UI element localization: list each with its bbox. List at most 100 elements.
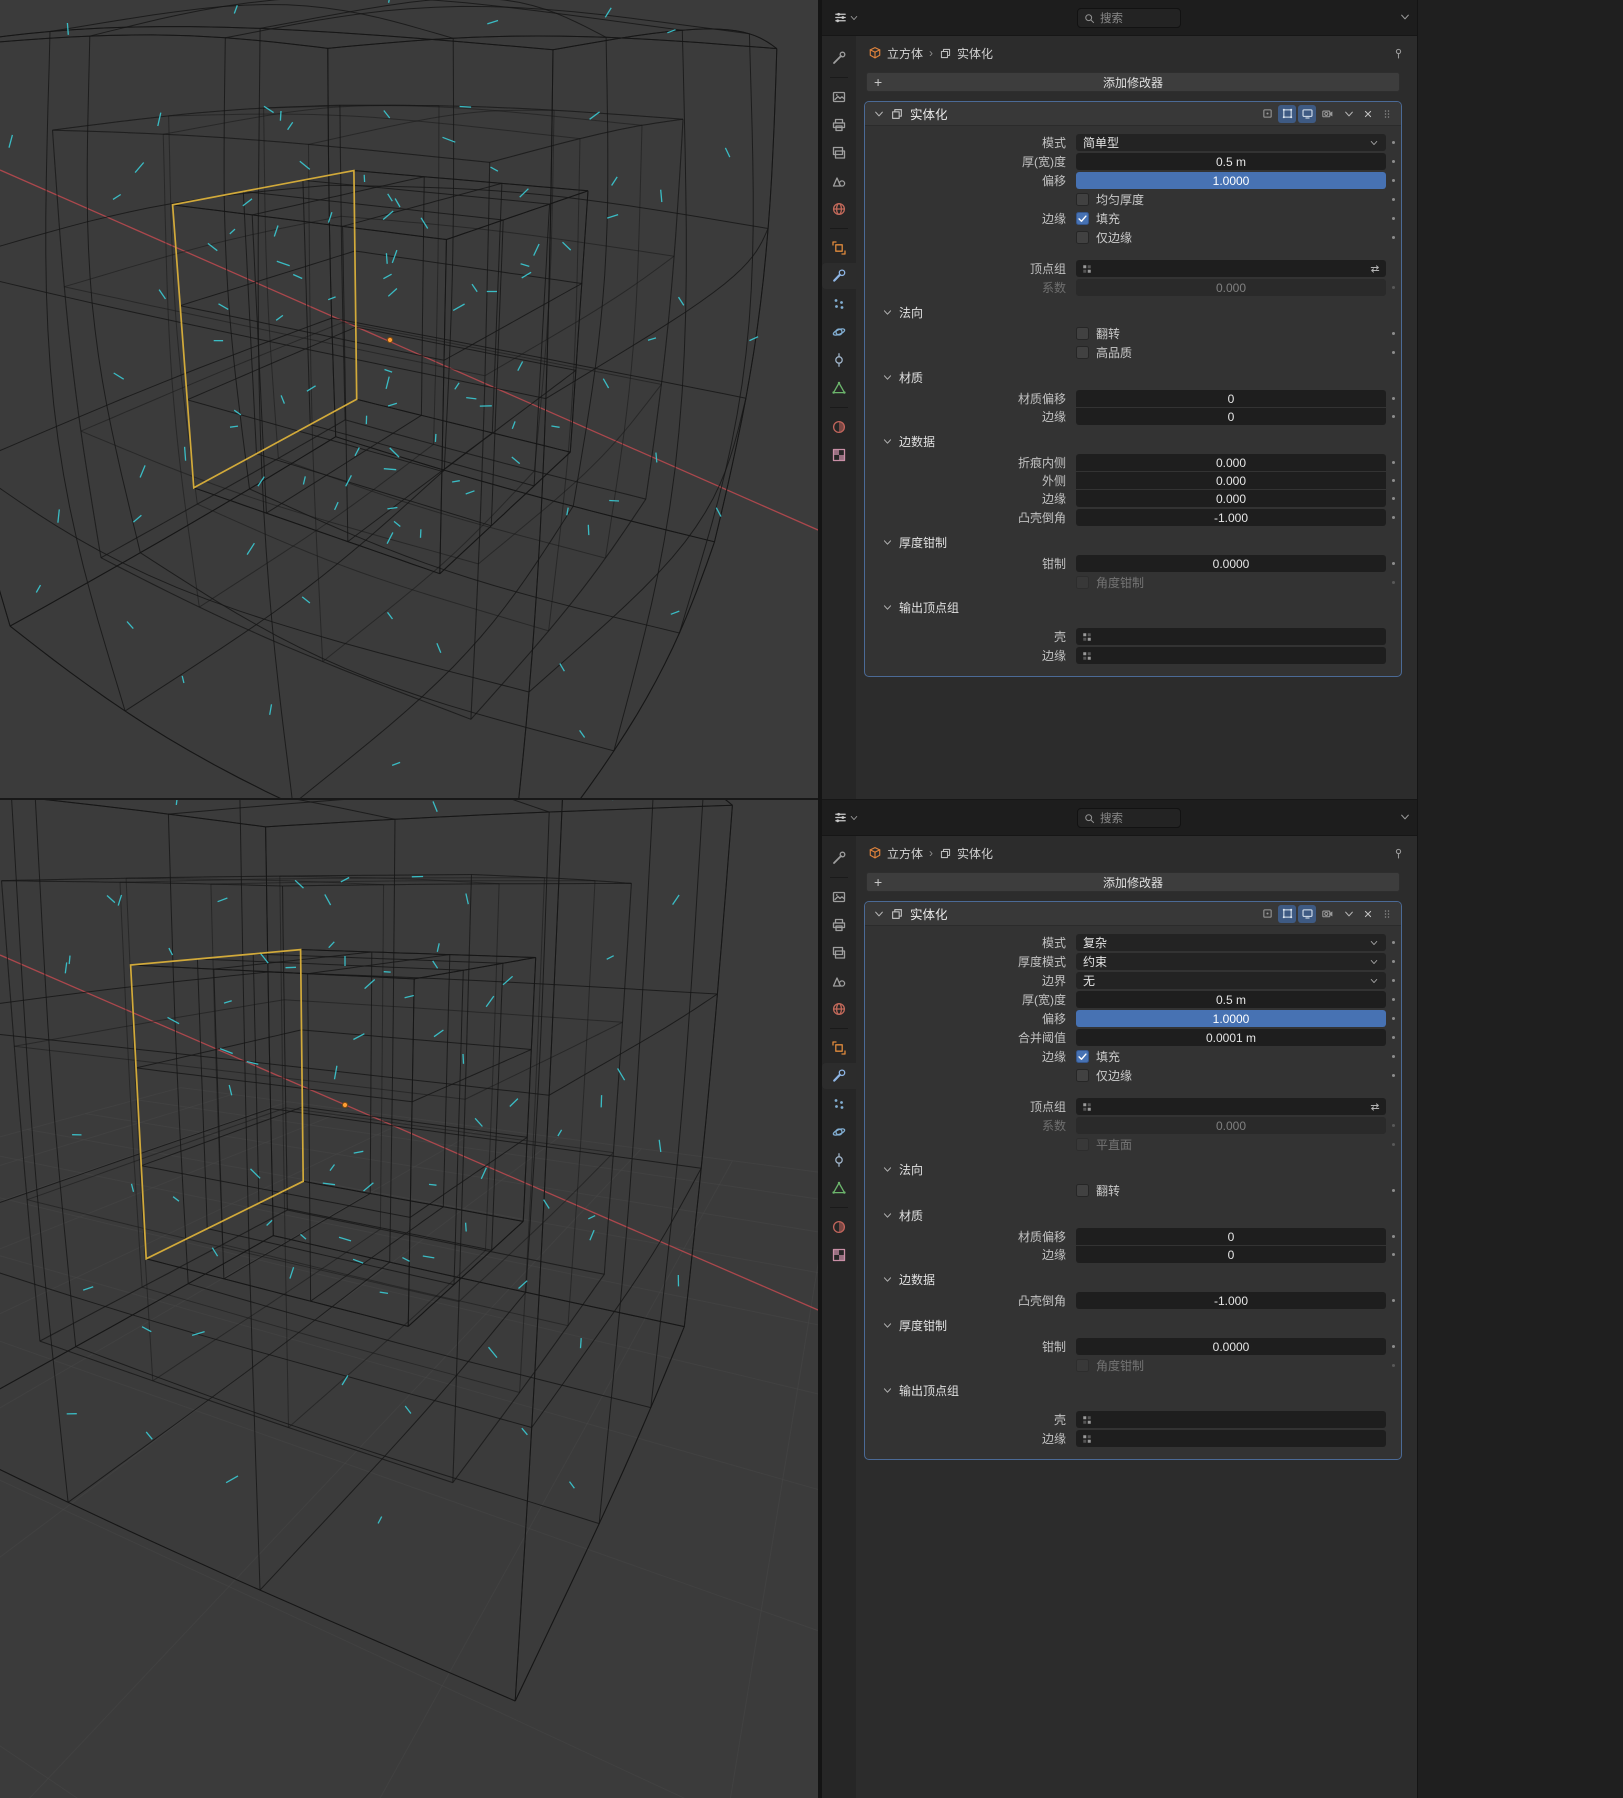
thickness-clamp-section[interactable]: 厚度钳制 — [865, 1316, 1401, 1335]
mode-select[interactable]: 简单型 — [1076, 134, 1386, 151]
animate-decorator-dot[interactable] — [1392, 351, 1395, 354]
merge-threshold-field[interactable]: 0.0001 m — [1076, 1029, 1386, 1046]
tab-particles[interactable] — [822, 1091, 856, 1117]
rim-fill-checkbox-box[interactable] — [1076, 212, 1089, 225]
animate-decorator-dot[interactable] — [1392, 141, 1395, 144]
modifier-name-field[interactable]: 实体化 — [910, 104, 948, 123]
clamp-field[interactable]: 0.0000 — [1076, 555, 1386, 572]
rim-fill-checkbox-box[interactable] — [1076, 1050, 1089, 1063]
angle-clamp-checkbox-box[interactable] — [1076, 576, 1089, 589]
breadcrumb-modifier[interactable]: 实体化 — [939, 845, 993, 862]
animate-decorator-dot[interactable] — [1392, 160, 1395, 163]
header-collapse-button[interactable] — [1399, 810, 1411, 828]
modifier-expand-button[interactable] — [871, 105, 887, 123]
clamp-field[interactable]: 0.0000 — [1076, 1338, 1386, 1355]
add-modifier-button[interactable]: + 添加修改器 — [866, 872, 1400, 892]
thickness-clamp-section[interactable]: 厚度钳制 — [865, 533, 1401, 552]
modifier-name-field[interactable]: 实体化 — [910, 904, 948, 923]
materials-section[interactable]: 材质 — [865, 368, 1401, 387]
crease-outer-field[interactable]: 0.000 — [1076, 472, 1386, 489]
tab-constraints[interactable] — [822, 1147, 856, 1173]
modifier-delete-button[interactable] — [1360, 105, 1376, 123]
flat-faces-checkbox-box[interactable] — [1076, 1138, 1089, 1151]
tab-object[interactable] — [822, 235, 856, 261]
thickness-field[interactable]: 0.5 m — [1076, 153, 1386, 170]
output-vertex-groups-section[interactable]: 输出顶点组 — [865, 598, 1401, 617]
tab-object[interactable] — [822, 1035, 856, 1061]
only-rim-checkbox[interactable]: 仅边缘 — [1076, 1067, 1132, 1084]
animate-decorator-dot[interactable] — [1392, 1017, 1395, 1020]
modifier-drag-handle[interactable] — [1379, 905, 1395, 923]
offset-slider[interactable]: 1.0000 — [1076, 1010, 1386, 1027]
tab-texture[interactable] — [822, 1242, 856, 1268]
animate-decorator-dot[interactable] — [1392, 1074, 1395, 1077]
normals-section[interactable]: 法向 — [865, 1160, 1401, 1179]
edit-mode-toggle[interactable] — [1278, 905, 1296, 923]
rim-vgroup-field[interactable] — [1076, 647, 1386, 664]
edit-mode-toggle[interactable] — [1278, 105, 1296, 123]
editor-type-button[interactable] — [830, 8, 862, 27]
tab-world[interactable] — [822, 996, 856, 1022]
animate-decorator-dot[interactable] — [1392, 562, 1395, 565]
tab-material[interactable] — [822, 1214, 856, 1240]
animate-decorator-dot[interactable] — [1392, 979, 1395, 982]
material-rim-field[interactable]: 0 — [1076, 408, 1386, 425]
animate-decorator-dot[interactable] — [1392, 461, 1395, 464]
tab-physics[interactable] — [822, 1119, 856, 1145]
tab-scene[interactable] — [822, 168, 856, 194]
thickness-mode-select[interactable]: 约束 — [1076, 953, 1386, 970]
realtime-toggle[interactable] — [1298, 905, 1316, 923]
bevel-convex-field[interactable]: -1.000 — [1076, 509, 1386, 526]
factor-field[interactable]: 0.000 — [1076, 279, 1386, 296]
tab-output[interactable] — [822, 112, 856, 138]
angle-clamp-checkbox[interactable]: 角度钳制 — [1076, 1357, 1144, 1374]
animate-decorator-dot[interactable] — [1392, 1189, 1395, 1192]
edge-data-section[interactable]: 边数据 — [865, 1270, 1401, 1289]
tab-render[interactable] — [822, 84, 856, 110]
flip-checkbox[interactable]: 翻转 — [1076, 325, 1120, 342]
animate-decorator-dot[interactable] — [1392, 1345, 1395, 1348]
modifier-extras-button[interactable] — [1341, 105, 1357, 123]
animate-decorator-dot[interactable] — [1392, 497, 1395, 500]
animate-decorator-dot[interactable] — [1392, 286, 1395, 289]
tab-world[interactable] — [822, 196, 856, 222]
high-quality-checkbox[interactable]: 高品质 — [1076, 344, 1132, 361]
render-toggle[interactable] — [1318, 905, 1336, 923]
animate-decorator-dot[interactable] — [1392, 960, 1395, 963]
animate-decorator-dot[interactable] — [1392, 1143, 1395, 1146]
tab-constraints[interactable] — [822, 347, 856, 373]
angle-clamp-checkbox[interactable]: 角度钳制 — [1076, 574, 1144, 591]
breadcrumb-object[interactable]: 立方体 — [868, 45, 923, 62]
animate-decorator-dot[interactable] — [1392, 415, 1395, 418]
normals-section[interactable]: 法向 — [865, 303, 1401, 322]
thickness-field[interactable]: 0.5 m — [1076, 991, 1386, 1008]
rim-fill-checkbox[interactable]: 填充 — [1076, 210, 1120, 227]
tab-object-data[interactable] — [822, 375, 856, 401]
animate-decorator-dot[interactable] — [1392, 179, 1395, 182]
tab-material[interactable] — [822, 414, 856, 440]
tab-view-layer[interactable] — [822, 140, 856, 166]
even-thickness-checkbox-box[interactable] — [1076, 193, 1089, 206]
animate-decorator-dot[interactable] — [1392, 1253, 1395, 1256]
rim-vgroup-field[interactable] — [1076, 1430, 1386, 1447]
material-offset-field[interactable]: 0 — [1076, 1228, 1386, 1245]
tab-render[interactable] — [822, 884, 856, 910]
animate-decorator-dot[interactable] — [1392, 236, 1395, 239]
animate-decorator-dot[interactable] — [1392, 1036, 1395, 1039]
only-rim-checkbox-box[interactable] — [1076, 1069, 1089, 1082]
tab-object-data[interactable] — [822, 1175, 856, 1201]
modifier-drag-handle[interactable] — [1379, 105, 1395, 123]
tab-modifiers[interactable] — [822, 1063, 856, 1089]
animate-decorator-dot[interactable] — [1392, 998, 1395, 1001]
tab-texture[interactable] — [822, 442, 856, 468]
mode-select[interactable]: 复杂 — [1076, 934, 1386, 951]
tab-tool[interactable] — [822, 845, 856, 871]
crease-inner-field[interactable]: 0.000 — [1076, 454, 1386, 471]
flip-checkbox-box[interactable] — [1076, 327, 1089, 340]
output-vertex-groups-section[interactable]: 输出顶点组 — [865, 1381, 1401, 1400]
edge-data-section[interactable]: 边数据 — [865, 432, 1401, 451]
animate-decorator-dot[interactable] — [1392, 332, 1395, 335]
modifier-delete-button[interactable] — [1360, 905, 1376, 923]
animate-decorator-dot[interactable] — [1392, 1055, 1395, 1058]
header-collapse-button[interactable] — [1399, 10, 1411, 28]
